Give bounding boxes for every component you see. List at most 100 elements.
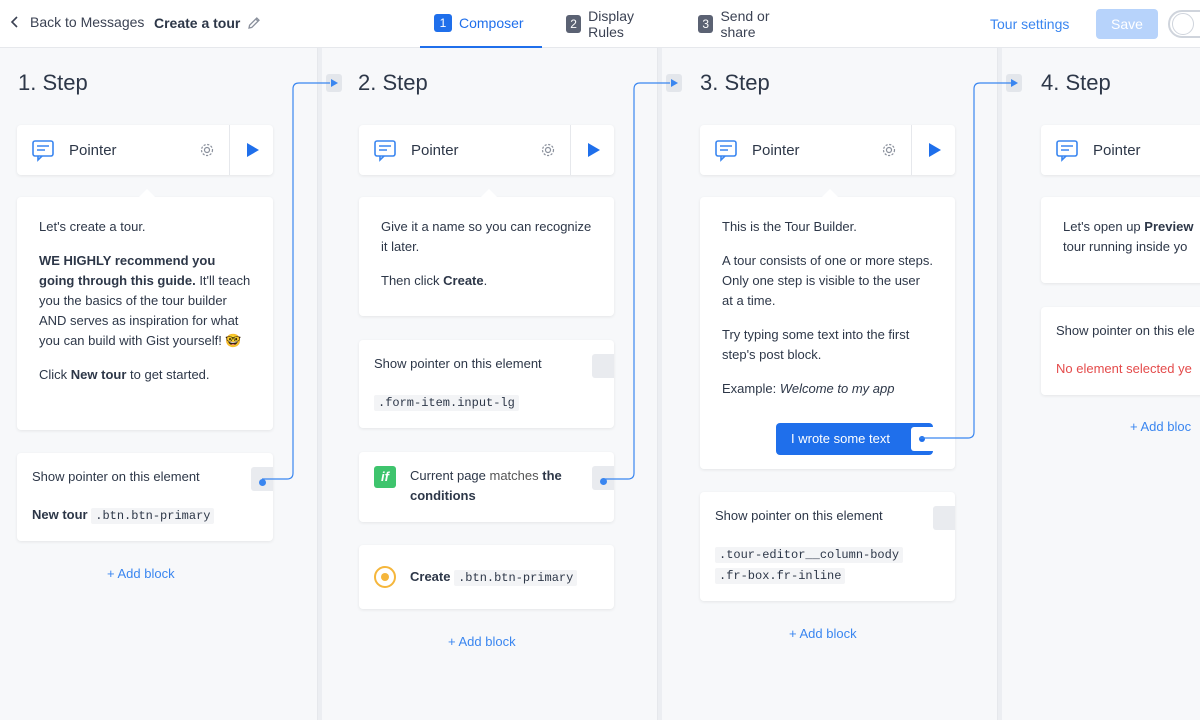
show-pointer-block[interactable]: Show pointer on this ele No element sele… — [1041, 307, 1200, 395]
play-icon — [246, 143, 259, 157]
tab-number: 2 — [566, 15, 582, 33]
pointer-content-bubble[interactable]: This is the Tour Builder. A tour consist… — [700, 189, 955, 469]
tour-settings-link[interactable]: Tour settings — [990, 16, 1069, 32]
css-selector: .fr-box.fr-inline — [715, 568, 846, 584]
top-bar: Back to Messages Create a tour 1 Compose… — [0, 0, 1200, 48]
step-column-2: 2. Step Pointer Give it a name so you ca… — [322, 48, 658, 720]
show-pointer-block[interactable]: Show pointer on this element .form-item.… — [359, 340, 614, 428]
pencil-icon[interactable] — [246, 15, 262, 31]
pointer-block[interactable]: Pointer — [17, 125, 273, 175]
css-selector: .tour-editor__column-body — [715, 547, 904, 563]
connector-handle[interactable] — [592, 354, 614, 378]
step-title: 2. Step — [358, 70, 428, 95]
tab-send-or-share[interactable]: 3 Send or share — [684, 0, 810, 48]
step-entry-handle[interactable] — [666, 74, 682, 92]
tour-title[interactable]: Create a tour — [154, 15, 262, 31]
pointer-block[interactable]: Pointer — [1041, 125, 1200, 175]
composer-tabs: 1 Composer 2 Display Rules 3 Send or sha… — [420, 0, 810, 48]
bubble-text: Example: Welcome to my app — [722, 379, 933, 399]
bubble-text: Let's create a tour. — [39, 219, 146, 234]
pointer-content-bubble[interactable]: Give it a name so you can recognize it l… — [359, 189, 614, 316]
add-block-button[interactable]: + Add block — [789, 626, 857, 641]
play-icon — [587, 143, 600, 157]
bubble-text-pre: Example: — [722, 381, 780, 396]
pointer-label: Pointer — [752, 141, 800, 159]
tab-display-rules[interactable]: 2 Display Rules — [552, 0, 674, 48]
step-column-1: 1. Step Pointer Let's create a tour. WE … — [0, 48, 318, 720]
bubble-italic-text: Welcome to my app — [779, 381, 895, 396]
gear-icon[interactable] — [199, 142, 215, 158]
tab-label: Display Rules — [588, 8, 635, 40]
show-pointer-block[interactable]: Show pointer on this element New tour .b… — [17, 453, 273, 541]
play-button[interactable] — [911, 125, 955, 175]
condition-block[interactable]: if Current page matches the conditions — [359, 452, 614, 522]
bubble-bold-text: Create — [443, 273, 484, 288]
connector-handle[interactable] — [933, 506, 955, 530]
element-selector: New tour .btn.btn-primary — [32, 505, 258, 526]
live-toggle[interactable] — [1168, 10, 1200, 38]
play-icon — [928, 143, 941, 157]
bubble-text-pre: Let's open up — [1063, 219, 1145, 234]
tab-composer[interactable]: 1 Composer — [420, 0, 542, 48]
back-label: Back to Messages — [30, 14, 145, 30]
save-button[interactable]: Save — [1096, 9, 1158, 39]
connector-dot[interactable] — [259, 479, 266, 486]
bubble-text-pre: Click — [39, 367, 71, 382]
pointer-block[interactable]: Pointer — [359, 125, 614, 175]
tab-label: Composer — [459, 15, 524, 31]
bubble-text: Let's open up Preview — [1063, 217, 1200, 237]
add-block-button[interactable]: + Add bloc — [1130, 419, 1191, 434]
connector-dot[interactable] — [600, 478, 607, 485]
gear-icon[interactable] — [540, 142, 556, 158]
css-selector: .form-item.input-lg — [374, 395, 519, 411]
back-to-messages-link[interactable]: Back to Messages — [8, 14, 144, 30]
bubble-text: tour running inside yo — [1063, 239, 1188, 254]
step-column-3: 3. Step Pointer This is the Tour Builder… — [662, 48, 998, 720]
pointer-label: Pointer — [1093, 141, 1141, 159]
element-selector: .form-item.input-lg — [374, 392, 599, 413]
pointer-block[interactable]: Pointer — [700, 125, 955, 175]
show-pointer-block[interactable]: Show pointer on this element .tour-edito… — [700, 492, 955, 601]
step-column-4: 4. Step Pointer Let's open up Preview to… — [1002, 48, 1200, 720]
pointer-content-bubble[interactable]: Let's open up Preview tour running insid… — [1041, 197, 1200, 283]
chat-bubble-icon — [32, 140, 54, 162]
step-title: 4. Step — [1041, 70, 1111, 95]
element-selector: .tour-editor__column-body .fr-box.fr-inli… — [715, 544, 940, 586]
no-element-error: No element selected ye — [1056, 361, 1192, 376]
css-selector: .btn.btn-primary — [454, 569, 578, 586]
bubble-text: Click New tour to get started. — [39, 365, 251, 385]
element-name: Create — [410, 568, 451, 584]
bubble-text-post: . — [483, 273, 488, 288]
step-entry-handle[interactable] — [326, 74, 342, 92]
bubble-text: This is the Tour Builder. — [722, 219, 857, 234]
gear-icon[interactable] — [881, 142, 897, 158]
add-block-button[interactable]: + Add block — [107, 566, 175, 581]
toggle-knob — [1172, 13, 1194, 35]
pointer-content-bubble[interactable]: Let's create a tour. WE HIGHLY recommend… — [17, 189, 273, 430]
click-element-block[interactable]: Create .btn.btn-primary — [359, 545, 614, 609]
chat-bubble-icon — [374, 140, 396, 162]
add-block-button[interactable]: + Add block — [448, 634, 516, 649]
button-label: I wrote some text — [791, 431, 890, 446]
chat-bubble-icon — [715, 140, 737, 162]
step-entry-handle[interactable] — [1006, 74, 1022, 92]
bubble-bold-text: Preview — [1144, 219, 1194, 234]
condition-text: Current page matches the conditions — [410, 466, 562, 506]
pointer-label: Pointer — [411, 141, 459, 159]
bubble-text-pre: Then click — [381, 273, 444, 288]
i-wrote-some-text-button[interactable]: I wrote some text — [776, 423, 933, 455]
bubble-text-post: to get started. — [126, 367, 210, 382]
block-label: Show pointer on this element — [715, 508, 883, 523]
play-button[interactable] — [570, 125, 614, 175]
bubble-text: WE HIGHLY recommend you going through th… — [39, 251, 251, 351]
element-name: New tour — [32, 507, 88, 522]
tab-number: 3 — [698, 15, 714, 33]
condition-bold-text: the — [538, 468, 562, 483]
bubble-bold-text: WE HIGHLY recommend you going through th… — [39, 253, 216, 288]
tab-label: Send or share — [720, 8, 770, 40]
play-button[interactable] — [229, 125, 273, 175]
chat-bubble-icon — [1056, 140, 1078, 162]
if-condition-icon: if — [374, 466, 396, 488]
bubble-text: Give it a name so you can recognize it l… — [381, 219, 592, 254]
connector-handle[interactable] — [911, 427, 933, 451]
